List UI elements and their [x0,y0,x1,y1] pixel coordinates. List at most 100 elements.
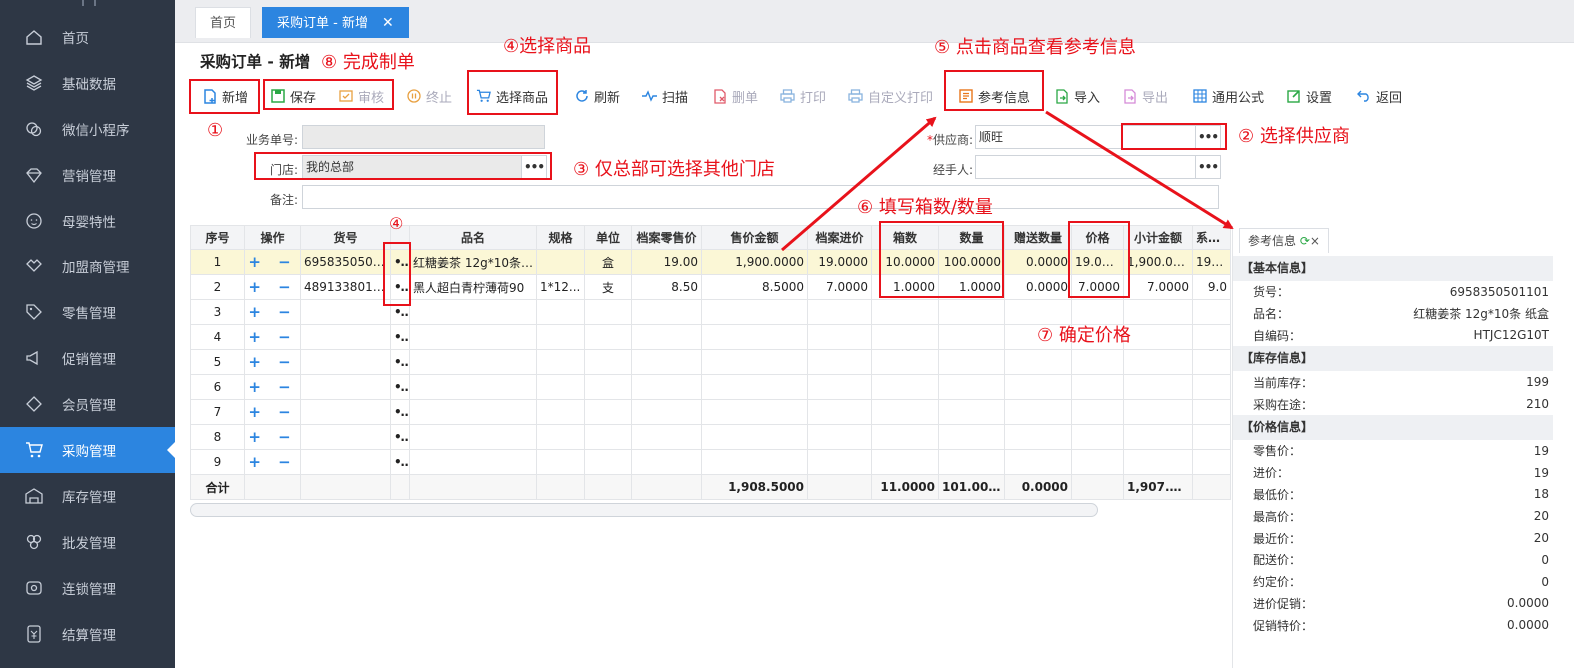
cell-stock[interactable]: 199.0 [1192,249,1231,275]
cell-spec[interactable] [536,449,585,475]
item-picker-button[interactable]: ••• [390,324,410,350]
handler-picker-button[interactable]: ••• [1195,155,1221,179]
row-add-remove-icons[interactable]: + − [248,428,296,446]
cell-unit[interactable] [584,299,632,325]
cell-retail_amt[interactable] [701,374,808,400]
export-button[interactable]: 导出 [1122,80,1168,112]
row-ops-cell[interactable]: + − [244,399,301,425]
cell-qty[interactable]: 100.0000 [938,249,1005,275]
cell-retail[interactable] [631,299,702,325]
cell-unit[interactable] [584,374,632,400]
cell-gift[interactable]: 0.0000 [1004,274,1072,300]
row-add-remove-icons[interactable]: + − [248,353,296,371]
sidebar-item-9[interactable]: 采购管理 [0,427,175,473]
grid-column-header[interactable]: 价格 [1071,225,1124,250]
cell-subtotal[interactable] [1123,399,1193,425]
grid-column-header[interactable]: 售价金额 [701,225,808,250]
cell-no[interactable]: 9 [190,449,245,475]
item-picker-button[interactable]: ••• [390,424,410,450]
cell-retail_amt[interactable] [701,399,808,425]
cell-no[interactable]: 7 [190,399,245,425]
cell-no[interactable]: 6 [190,374,245,400]
cell-stock[interactable] [1192,399,1231,425]
row-add-remove-icons[interactable]: + − [248,253,296,271]
cell-cost[interactable] [807,324,872,350]
cell-retail[interactable] [631,399,702,425]
cell-retail_amt[interactable] [701,349,808,375]
cell-unit[interactable] [584,424,632,450]
cell-spec[interactable] [536,374,585,400]
cell-qty[interactable] [938,324,1005,350]
audit-button[interactable]: 审核 [338,80,384,112]
cell-stock[interactable] [1192,324,1231,350]
item-picker-button[interactable]: ••• [390,299,410,325]
cell-boxes[interactable]: 10.0000 [871,249,939,275]
cell-subtotal[interactable] [1123,324,1193,350]
grid-column-header[interactable]: 箱数 [871,225,939,250]
cell-code[interactable] [300,299,391,325]
cell-price[interactable] [1071,424,1124,450]
cell-price[interactable] [1071,449,1124,475]
cell-code[interactable] [300,324,391,350]
cell-spec[interactable] [536,324,585,350]
row-ops-cell[interactable]: + − [244,349,301,375]
sidebar-item-1[interactable]: 基础数据 [0,60,175,106]
scan-button[interactable]: 扫描 [642,80,688,112]
supplier-input[interactable]: 顺旺 [975,125,1196,149]
item-picker-button[interactable]: ••• [390,374,410,400]
grid-column-header[interactable]: 档案零售价 [631,225,702,250]
table-row[interactable]: 1+ −6958350501101•••红糖姜茶 12g*10条 纸盒盒19.0… [190,249,1231,275]
cell-boxes[interactable]: 1.0000 [871,274,939,300]
cell-retail[interactable] [631,449,702,475]
cell-no[interactable]: 8 [190,424,245,450]
cell-cost[interactable]: 7.0000 [807,274,872,300]
cell-name[interactable] [409,399,537,425]
cell-spec[interactable] [536,424,585,450]
grid-column-header[interactable]: 小计金额 [1123,225,1193,250]
sidebar-item-10[interactable]: 库存管理 [0,473,175,519]
item-picker-button[interactable]: ••• [390,399,410,425]
cell-code[interactable]: 6958350501101 [300,249,391,275]
cell-retail[interactable] [631,349,702,375]
row-ops-cell[interactable]: + − [244,374,301,400]
table-row[interactable]: 7+ − ••• [190,399,1231,425]
sidebar-item-4[interactable]: 母婴特性 [0,198,175,244]
cell-cost[interactable] [807,399,872,425]
cell-no[interactable]: 4 [190,324,245,350]
cell-retail_amt[interactable] [701,449,808,475]
cell-gift[interactable] [1004,399,1072,425]
row-add-remove-icons[interactable]: + − [248,403,296,421]
table-row[interactable]: 9+ − ••• [190,449,1231,475]
cell-code[interactable] [300,349,391,375]
supplier-picker-button[interactable]: ••• [1195,125,1221,149]
item-picker-button[interactable]: ••• [390,449,410,475]
cell-boxes[interactable] [871,324,939,350]
sidebar-item-6[interactable]: 零售管理 [0,289,175,335]
reference-refresh-icon[interactable]: ⟳ [1300,234,1310,248]
grid-column-header[interactable]: 赠送数量 [1004,225,1072,250]
cell-price[interactable] [1071,399,1124,425]
grid-column-header[interactable]: 序号 [190,225,245,250]
cell-retail[interactable] [631,424,702,450]
formula-button[interactable]: 通用公式 [1192,80,1264,112]
grid-column-header[interactable]: 品名 [409,225,537,250]
cell-retail_amt[interactable]: 8.5000 [701,274,808,300]
new-button[interactable]: 新增 [202,80,248,112]
cell-cost[interactable]: 19.0000 [807,249,872,275]
sidebar-item-2[interactable]: 微信小程序 [0,106,175,152]
cell-subtotal[interactable] [1123,424,1193,450]
reference-info-button[interactable]: 参考信息 [958,80,1030,112]
cell-code[interactable] [300,399,391,425]
cell-price[interactable] [1071,349,1124,375]
cell-spec[interactable]: 1*12... [536,274,585,300]
stop-button[interactable]: 终止 [406,80,452,112]
cell-stock[interactable]: 9.0 [1192,274,1231,300]
grid-horizontal-scrollbar[interactable] [190,503,1098,517]
tab-home[interactable]: 首页 [195,7,252,38]
cell-subtotal[interactable] [1123,349,1193,375]
cell-spec[interactable] [536,349,585,375]
delete-order-button[interactable]: 删单 [712,80,758,112]
cell-no[interactable]: 5 [190,349,245,375]
cell-no[interactable]: 2 [190,274,245,300]
grid-column-header[interactable]: 单位 [584,225,632,250]
